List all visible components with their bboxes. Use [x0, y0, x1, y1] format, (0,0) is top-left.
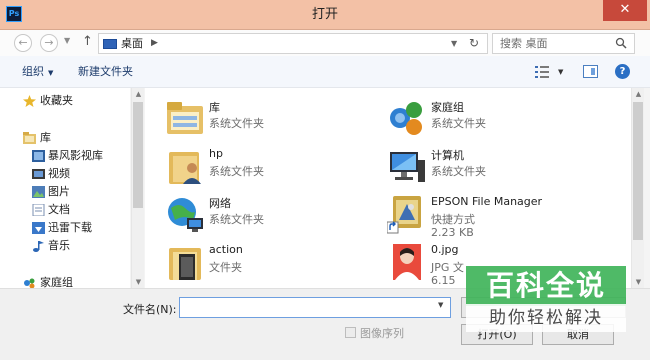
file-item-network[interactable]: 网络 系统文件夹 [165, 192, 385, 238]
file-name: hp [209, 147, 223, 160]
star-icon [23, 95, 36, 107]
computer-icon [390, 152, 425, 182]
watermark-title: 百科全说 [466, 266, 626, 306]
file-size: 2.23 KB [431, 226, 474, 239]
file-item-homegroup[interactable]: 家庭组 系统文件夹 [387, 96, 607, 142]
scroll-down-icon[interactable]: ▼ [132, 276, 145, 288]
scroll-down-icon[interactable]: ▼ [632, 276, 645, 288]
file-list: 库 系统文件夹 家庭组 系统文件夹 hp 系统文件夹 计算机 系统文件夹 网络 … [145, 88, 631, 288]
search-placeholder: 搜索 桌面 [500, 37, 548, 50]
organize-label: 组织 [22, 65, 44, 78]
homegroup-icon [390, 102, 422, 135]
help-icon[interactable]: ? [615, 64, 630, 79]
file-name: EPSON File Manager [431, 195, 543, 208]
video-library-icon [32, 150, 45, 162]
watermark-subtitle: 助你轻松解决 [466, 304, 626, 332]
view-caret-icon[interactable]: ▼ [558, 56, 563, 88]
address-row: ← → ▼ ↑ 桌面 ▶ ▼ ↻ 搜索 桌面 [0, 30, 650, 56]
nav-label: 库 [40, 131, 51, 144]
title-bar: Ps 打开 ✕ [0, 0, 650, 30]
nav-label: 迅雷下载 [48, 221, 92, 234]
file-name: action [209, 243, 243, 256]
command-bar: 组织 ▼ 新建文件夹 ▼ ? [0, 56, 650, 88]
file-name: 库 [209, 101, 220, 114]
image-sequence-checkbox[interactable] [345, 327, 356, 338]
view-options-icon[interactable] [535, 66, 549, 78]
search-icon [615, 37, 627, 49]
file-item-epson[interactable]: EPSON File Manager 快捷方式 2.23 KB [387, 192, 607, 239]
filename-dropdown-icon[interactable]: ▼ [438, 301, 443, 309]
file-scroll-thumb[interactable] [633, 102, 643, 240]
download-icon [32, 222, 45, 234]
filename-field[interactable] [179, 297, 451, 318]
window-title: 打开 [311, 7, 338, 22]
desktop-icon [103, 39, 117, 49]
address-bar[interactable]: 桌面 ▶ ▼ ↻ [98, 33, 488, 54]
scroll-up-icon[interactable]: ▲ [632, 88, 645, 100]
file-size: 6.15 [431, 274, 456, 287]
organize-caret-icon: ▼ [48, 69, 54, 77]
nav-scroll-thumb[interactable] [133, 102, 143, 208]
music-icon [33, 241, 44, 252]
user-folder-icon [169, 152, 201, 184]
pictures-icon [32, 186, 45, 198]
recent-locations-chevron-icon[interactable]: ▼ [64, 36, 70, 45]
forward-button[interactable]: → [40, 34, 58, 52]
homegroup-icon [24, 278, 35, 288]
network-icon [168, 198, 203, 232]
file-item-hp[interactable]: hp 系统文件夹 [165, 144, 385, 190]
file-scrollbar[interactable]: ▲ ▼ [631, 88, 644, 288]
nav-label: 音乐 [48, 239, 70, 252]
file-type: 系统文件夹 [431, 117, 486, 130]
watermark: 百科全说 助你轻松解决 [466, 266, 626, 332]
file-type: JPG 文 [431, 261, 464, 274]
close-button[interactable]: ✕ [603, 0, 647, 21]
file-type: 快捷方式 [431, 213, 475, 226]
nav-label: 文档 [48, 203, 70, 216]
filename-label: 文件名(N): [123, 303, 177, 316]
search-input[interactable]: 搜索 桌面 [492, 33, 635, 54]
address-location: 桌面 [121, 37, 143, 50]
file-type: 系统文件夹 [209, 117, 264, 130]
file-type: 系统文件夹 [431, 165, 486, 178]
scroll-up-icon[interactable]: ▲ [132, 88, 145, 100]
video-icon [32, 169, 45, 179]
nav-label: 暴风影视库 [48, 149, 103, 162]
nav-scrollbar[interactable]: ▲ ▼ [131, 88, 144, 288]
organize-button[interactable]: 组织 ▼ [22, 56, 53, 89]
file-item-computer[interactable]: 计算机 系统文件夹 [387, 144, 607, 190]
up-arrow-icon[interactable]: ↑ [82, 35, 93, 49]
file-name: 家庭组 [431, 101, 464, 114]
file-type: 文件夹 [209, 261, 242, 274]
documents-icon [32, 204, 45, 216]
file-item-action[interactable]: action 文件夹 [165, 240, 385, 286]
shortcut-icon [387, 196, 421, 234]
new-folder-button[interactable]: 新建文件夹 [78, 56, 133, 88]
file-name: 网络 [209, 197, 231, 210]
nav-label: 收藏夹 [40, 94, 73, 107]
breadcrumb-chevron-icon[interactable]: ▶ [151, 34, 158, 53]
back-button[interactable]: ← [14, 34, 32, 52]
library-icon [23, 132, 36, 144]
file-type: 系统文件夹 [209, 165, 264, 178]
navigation-pane: 收藏夹 库 暴风影视库 视频 图片 文档 迅雷下载 音乐 家庭组 [0, 88, 130, 288]
folder-icon [169, 248, 201, 280]
file-name: 0.jpg [431, 243, 459, 256]
photo-thumbnail-icon [393, 244, 421, 280]
nav-label: 家庭组 [40, 276, 73, 288]
preview-pane-icon[interactable] [583, 65, 598, 78]
library-folder-icon [167, 102, 203, 134]
address-dropdown-icon[interactable]: ▼ [451, 34, 457, 53]
nav-label: 图片 [48, 185, 70, 198]
file-item-library[interactable]: 库 系统文件夹 [165, 96, 385, 142]
nav-label: 视频 [48, 167, 70, 180]
file-name: 计算机 [431, 149, 464, 162]
file-type: 系统文件夹 [209, 213, 264, 226]
image-sequence-label: 图像序列 [360, 327, 404, 340]
refresh-icon[interactable]: ↻ [469, 34, 479, 53]
